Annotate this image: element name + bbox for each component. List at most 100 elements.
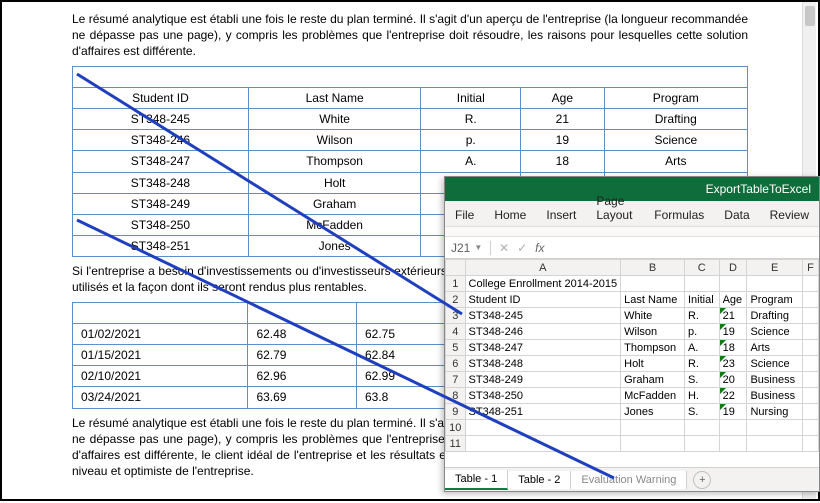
cell[interactable]: ST348-247 xyxy=(465,340,621,356)
column-header[interactable] xyxy=(446,260,466,276)
row-header[interactable]: 1 xyxy=(446,276,466,292)
cell[interactable] xyxy=(802,372,818,388)
cell[interactable]: White xyxy=(621,308,685,324)
cell[interactable]: R. xyxy=(684,356,719,372)
cell[interactable] xyxy=(684,436,719,452)
cell[interactable]: 22 xyxy=(719,388,747,404)
cell[interactable] xyxy=(802,388,818,404)
row-header[interactable]: 10 xyxy=(446,420,466,436)
cell[interactable]: Student ID xyxy=(465,292,621,308)
cell[interactable]: p. xyxy=(684,324,719,340)
cell[interactable]: S. xyxy=(684,404,719,420)
cell[interactable] xyxy=(719,436,747,452)
cell[interactable]: Science xyxy=(747,324,802,340)
cell[interactable] xyxy=(621,420,685,436)
cell[interactable]: Graham xyxy=(621,372,685,388)
cell[interactable] xyxy=(621,436,685,452)
chevron-down-icon[interactable]: ▼ xyxy=(474,243,482,252)
cell[interactable] xyxy=(747,276,802,292)
cell[interactable] xyxy=(802,436,818,452)
row-header[interactable]: 4 xyxy=(446,324,466,340)
cell[interactable]: Arts xyxy=(747,340,802,356)
cell[interactable]: A. xyxy=(684,340,719,356)
ribbon-tab[interactable]: Insert xyxy=(544,204,578,226)
row-header[interactable]: 2 xyxy=(446,292,466,308)
cell[interactable] xyxy=(802,292,818,308)
cell[interactable]: Business xyxy=(747,372,802,388)
row-header[interactable]: 8 xyxy=(446,388,466,404)
add-sheet-button[interactable]: + xyxy=(693,471,711,489)
row-header[interactable]: 5 xyxy=(446,340,466,356)
cell[interactable] xyxy=(802,356,818,372)
ribbon-tab[interactable]: File xyxy=(453,204,476,226)
cell[interactable] xyxy=(802,308,818,324)
fx-icon[interactable]: fx xyxy=(535,241,544,255)
cell[interactable] xyxy=(802,404,818,420)
cell[interactable]: ST348-245 xyxy=(465,308,621,324)
row-header[interactable]: 3 xyxy=(446,308,466,324)
check-icon[interactable]: ✓ xyxy=(517,241,527,255)
sheet-tab-active[interactable]: Table - 1 xyxy=(445,470,508,490)
row-header[interactable]: 6 xyxy=(446,356,466,372)
cell[interactable]: Wilson xyxy=(621,324,685,340)
cancel-icon[interactable]: ✕ xyxy=(499,241,509,255)
cell[interactable] xyxy=(684,420,719,436)
cell[interactable]: Holt xyxy=(621,356,685,372)
ribbon-tab[interactable]: Home xyxy=(492,204,528,226)
cell[interactable]: ST348-246 xyxy=(465,324,621,340)
cell[interactable]: Age xyxy=(719,292,747,308)
cell[interactable]: Thompson xyxy=(621,340,685,356)
cell[interactable] xyxy=(465,436,621,452)
ribbon-tab[interactable]: Page Layout xyxy=(594,190,636,226)
cell[interactable]: Science xyxy=(747,356,802,372)
cell[interactable]: Drafting xyxy=(747,308,802,324)
row-header[interactable]: 9 xyxy=(446,404,466,420)
cell[interactable] xyxy=(621,276,685,292)
column-header[interactable]: E xyxy=(747,260,802,276)
cell[interactable]: 23 xyxy=(719,356,747,372)
row-header[interactable]: 11 xyxy=(446,436,466,452)
cell[interactable]: 19 xyxy=(719,404,747,420)
cell[interactable]: S. xyxy=(684,372,719,388)
ribbon-tab[interactable]: Formulas xyxy=(652,204,706,226)
cell[interactable] xyxy=(802,340,818,356)
cell[interactable]: H. xyxy=(684,388,719,404)
ribbon-tab[interactable]: Data xyxy=(722,204,751,226)
ribbon-tab[interactable]: Review xyxy=(768,204,811,226)
cell[interactable]: ST348-248 xyxy=(465,356,621,372)
column-header[interactable]: D xyxy=(719,260,747,276)
scroll-thumb[interactable] xyxy=(805,6,815,26)
cell[interactable]: Last Name xyxy=(621,292,685,308)
cell[interactable]: 21 xyxy=(719,308,747,324)
cell[interactable]: R. xyxy=(684,308,719,324)
cell[interactable] xyxy=(802,420,818,436)
cell[interactable] xyxy=(719,276,747,292)
cell[interactable]: 19 xyxy=(719,324,747,340)
cell[interactable]: Program xyxy=(747,292,802,308)
column-header[interactable]: F xyxy=(802,260,818,276)
cell[interactable] xyxy=(465,420,621,436)
cell[interactable] xyxy=(684,276,719,292)
cell[interactable]: ST348-250 xyxy=(465,388,621,404)
cell[interactable] xyxy=(719,420,747,436)
cell[interactable]: Jones xyxy=(621,404,685,420)
sheet-tab[interactable]: Evaluation Warning xyxy=(571,471,687,489)
column-header[interactable]: B xyxy=(621,260,685,276)
spreadsheet-grid[interactable]: ABCDEF 1College Enrollment 2014-20152Stu… xyxy=(445,259,819,467)
row-header[interactable]: 7 xyxy=(446,372,466,388)
cell[interactable]: McFadden xyxy=(621,388,685,404)
cell[interactable]: ST348-249 xyxy=(465,372,621,388)
name-box[interactable]: J21▼ xyxy=(445,241,491,255)
cell[interactable]: 20 xyxy=(719,372,747,388)
cell[interactable]: Initial xyxy=(684,292,719,308)
cell[interactable]: College Enrollment 2014-2015 xyxy=(465,276,621,292)
cell[interactable]: ST348-251 xyxy=(465,404,621,420)
cell[interactable] xyxy=(747,420,802,436)
cell[interactable]: 18 xyxy=(719,340,747,356)
cell[interactable] xyxy=(747,436,802,452)
sheet-tab[interactable]: Table - 2 xyxy=(508,471,571,489)
cell[interactable] xyxy=(802,324,818,340)
cell[interactable] xyxy=(802,276,818,292)
cell[interactable]: Business xyxy=(747,388,802,404)
column-header[interactable]: C xyxy=(684,260,719,276)
